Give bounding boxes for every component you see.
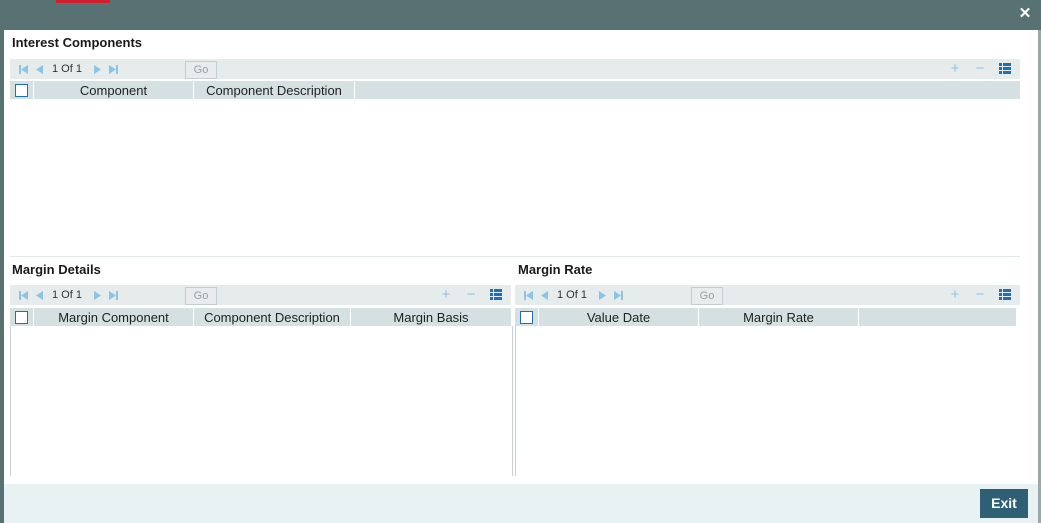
column-header-component-description[interactable]: Component Description bbox=[194, 81, 355, 99]
last-page-icon[interactable] bbox=[108, 288, 120, 302]
add-row-icon[interactable]: + bbox=[946, 287, 964, 303]
margin-rate-title: Margin Rate bbox=[518, 262, 593, 277]
grid-tools: + − bbox=[939, 61, 1014, 77]
previous-page-icon[interactable] bbox=[34, 62, 46, 76]
delete-row-icon[interactable]: − bbox=[971, 287, 989, 303]
interest-components-toolbar: 1 Of 1 Go + − bbox=[10, 59, 1020, 79]
column-header-margin-component[interactable]: Margin Component bbox=[34, 308, 194, 326]
go-button[interactable]: Go bbox=[691, 287, 723, 305]
left-border bbox=[0, 30, 4, 523]
go-button[interactable]: Go bbox=[185, 287, 217, 305]
next-page-icon[interactable] bbox=[92, 62, 104, 76]
delete-row-icon[interactable]: − bbox=[462, 287, 480, 303]
first-page-icon[interactable] bbox=[18, 62, 30, 76]
first-page-icon[interactable] bbox=[523, 288, 535, 302]
column-header-component-description[interactable]: Component Description bbox=[194, 308, 351, 326]
interest-components-title: Interest Components bbox=[12, 35, 143, 50]
window-title-bar: ✕ bbox=[0, 0, 1041, 30]
margin-details-toolbar: 1 Of 1 Go + − bbox=[10, 285, 511, 305]
interest-components-grid-header: Component Component Description bbox=[10, 81, 1020, 99]
pager: 1 Of 1 bbox=[18, 61, 124, 77]
select-all-cell bbox=[515, 308, 539, 326]
list-view-icon[interactable] bbox=[487, 287, 505, 303]
column-header-component[interactable]: Component bbox=[34, 81, 194, 99]
margin-rate-grid-header: Value Date Margin Rate bbox=[515, 308, 1016, 326]
list-view-icon[interactable] bbox=[996, 287, 1014, 303]
close-icon[interactable]: ✕ bbox=[1017, 6, 1033, 22]
dialog-footer: Exit bbox=[4, 484, 1038, 523]
select-all-cell bbox=[10, 308, 34, 326]
last-page-icon[interactable] bbox=[613, 288, 625, 302]
select-all-checkbox[interactable] bbox=[15, 83, 28, 97]
select-all-checkbox[interactable] bbox=[520, 310, 533, 324]
margin-rate-grid-body bbox=[515, 326, 516, 476]
column-header-value-date[interactable]: Value Date bbox=[539, 308, 699, 326]
grid-tools: + − bbox=[939, 287, 1014, 303]
pager: 1 Of 1 bbox=[18, 287, 124, 303]
interest-components-grid-body bbox=[10, 99, 1020, 251]
margin-rate-toolbar: 1 Of 1 Go + − bbox=[515, 285, 1020, 305]
first-page-icon[interactable] bbox=[18, 288, 30, 302]
select-all-checkbox[interactable] bbox=[15, 310, 28, 324]
page-indicator: 1 Of 1 bbox=[557, 289, 587, 301]
previous-page-icon[interactable] bbox=[34, 288, 46, 302]
next-page-icon[interactable] bbox=[597, 288, 609, 302]
pager: 1 Of 1 bbox=[523, 287, 629, 303]
exit-button[interactable]: Exit bbox=[980, 489, 1028, 518]
page-indicator: 1 Of 1 bbox=[52, 289, 82, 301]
list-view-icon[interactable] bbox=[996, 61, 1014, 77]
active-tab-indicator bbox=[56, 0, 110, 3]
next-page-icon[interactable] bbox=[92, 288, 104, 302]
add-row-icon[interactable]: + bbox=[437, 287, 455, 303]
go-button[interactable]: Go bbox=[185, 61, 217, 79]
margin-details-grid-body bbox=[10, 326, 513, 476]
margin-details-grid-header: Margin Component Component Description M… bbox=[10, 308, 511, 326]
previous-page-icon[interactable] bbox=[539, 288, 551, 302]
page-indicator: 1 Of 1 bbox=[52, 63, 82, 75]
select-all-cell bbox=[10, 81, 34, 99]
grid-tools: + − bbox=[430, 287, 505, 303]
add-row-icon[interactable]: + bbox=[946, 61, 964, 77]
margin-details-title: Margin Details bbox=[12, 262, 101, 277]
column-header-margin-rate[interactable]: Margin Rate bbox=[699, 308, 859, 326]
delete-row-icon[interactable]: − bbox=[971, 61, 989, 77]
last-page-icon[interactable] bbox=[108, 62, 120, 76]
column-header-margin-basis[interactable]: Margin Basis bbox=[351, 308, 511, 326]
section-divider bbox=[10, 256, 1020, 257]
